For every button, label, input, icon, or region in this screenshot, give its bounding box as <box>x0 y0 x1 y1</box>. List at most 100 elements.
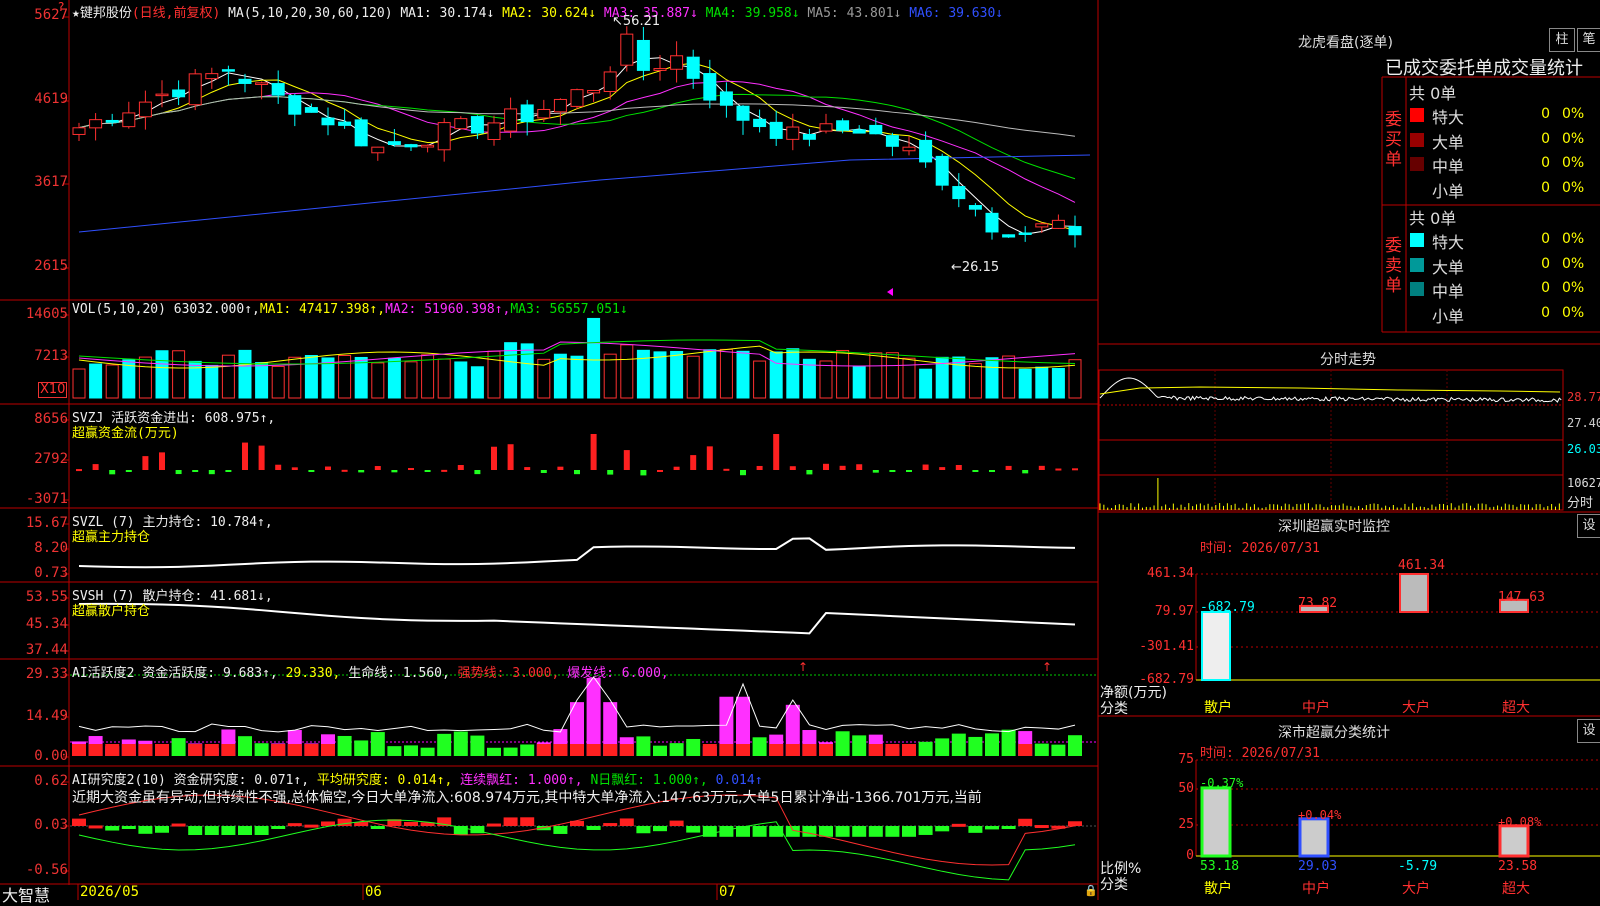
ai-active-base-bar <box>553 744 568 756</box>
svzj-bar <box>1038 465 1045 470</box>
candle-body <box>155 93 169 97</box>
svzj-bar <box>906 470 912 472</box>
cls-bar-value: 53.18 <box>1200 859 1240 874</box>
candle-body <box>122 112 136 128</box>
ai-research-bar <box>636 826 651 834</box>
candle-body <box>437 122 451 151</box>
ai-research-bar <box>1068 821 1082 826</box>
candle-body <box>786 126 800 140</box>
candle-body <box>304 107 318 113</box>
ai-active-bar <box>387 746 402 756</box>
vol-bar <box>670 350 684 399</box>
lhb-title: 龙虎看盘(逐单) <box>1298 35 1393 51</box>
candle-body <box>1002 234 1016 238</box>
svzl-subtitle: 超赢主力持仓 <box>72 530 151 545</box>
sz-xlabel: 分类 <box>1100 701 1128 717</box>
svsh-axis-label: 53.55 <box>25 589 68 605</box>
candle-body <box>852 129 866 134</box>
svzj-bar <box>391 470 398 473</box>
candle-body <box>603 71 617 92</box>
sell-color-swatch <box>1410 282 1424 296</box>
ai-research-bar <box>171 823 186 827</box>
ai-research-bar <box>603 823 618 827</box>
sz-settings-button[interactable]: 设 <box>1577 514 1600 538</box>
stock-name[interactable]: 键邦股份 <box>80 6 132 21</box>
vol-bar <box>968 363 982 399</box>
ai-research-bar <box>619 818 634 826</box>
svzj-bar <box>657 469 663 472</box>
vol-bar <box>653 351 667 399</box>
ai-active-base-bar <box>702 744 717 756</box>
tick-mode-button[interactable]: 笔 <box>1577 28 1600 52</box>
vol-bar <box>902 357 916 399</box>
ai-research-bar <box>669 820 684 826</box>
svzj-bar <box>358 470 365 473</box>
ai-active-axis-label: 14.49 <box>25 708 68 724</box>
candle-body <box>105 119 119 123</box>
svzj-bar <box>756 465 763 470</box>
ma4-value: 39.958↓ <box>744 6 800 21</box>
svzj-bar <box>1005 465 1012 470</box>
svzj-bar <box>640 470 647 476</box>
vol-bar <box>487 350 501 399</box>
cls-settings-button[interactable]: 设 <box>1577 719 1600 743</box>
ai-active-base-bar <box>536 744 551 756</box>
svzj-bar <box>225 470 232 472</box>
ai-active-bar <box>1034 743 1049 756</box>
sell-color-swatch <box>1410 233 1424 247</box>
vol-bar <box>1002 355 1016 399</box>
lock-icon[interactable]: 🔒 <box>1084 884 1098 897</box>
vol-axis-label: 7213 <box>34 348 68 364</box>
ai-research-bar <box>553 826 568 834</box>
ai-research-bar <box>951 823 966 827</box>
sz-axis-label: 461.34 <box>1147 566 1194 581</box>
candle-body <box>1018 232 1032 235</box>
candle-body <box>686 56 700 79</box>
ai-active-h5: 爆发线: 6.000, <box>567 666 669 681</box>
svzj-bar <box>457 465 464 470</box>
candle-body <box>836 120 850 131</box>
ai-active-header: AI活跃度2 资金活跃度: 9.683↑, 29.330, 生命线: 1.560… <box>72 662 669 681</box>
candle-body <box>487 122 501 140</box>
candle-body <box>504 108 518 132</box>
ai-research-h3: 连续飘红: 1.000↑, <box>460 773 583 788</box>
ai-active-base-bar <box>785 744 800 756</box>
price-panel-header: ★键邦股份(日线,前复权) MA(5,10,20,30,60,120) MA1:… <box>72 2 1003 21</box>
svzj-bar <box>706 446 713 470</box>
ai-research-bar <box>1034 825 1049 829</box>
ai-research-bar <box>686 826 701 833</box>
cls-bar-value: 29.03 <box>1298 859 1338 874</box>
svzj-bar <box>1072 468 1078 471</box>
ai-active-base-bar <box>88 744 103 756</box>
ai-active-base-bar <box>902 744 916 756</box>
svzj-bar <box>806 470 813 475</box>
ai-research-bar <box>769 826 784 837</box>
intraday-axis-label: 28.77 <box>1567 390 1600 404</box>
buy-color-swatch <box>1410 108 1424 122</box>
candle-body <box>288 95 302 115</box>
ai-research-bar <box>72 818 86 826</box>
brand-label[interactable]: 大智慧 <box>2 882 50 906</box>
chart-mode[interactable]: (日线,前复权) <box>132 6 220 21</box>
candle-body <box>470 116 484 134</box>
svzj-bar <box>159 452 165 470</box>
ai-active-bar <box>968 736 983 756</box>
ai-active-base-bar <box>271 744 286 756</box>
candle-body <box>968 205 982 210</box>
ai-research-bar <box>868 826 883 837</box>
vol-bar <box>238 349 252 399</box>
buy-color-swatch <box>1410 132 1424 147</box>
svzj-bar <box>740 470 746 476</box>
vol-bar <box>520 343 534 399</box>
ai-research-bar <box>88 825 103 829</box>
star-icon[interactable]: ★ <box>72 6 80 21</box>
ai-research-header: AI研究度2(10) 资金研究度: 0.071↑, 平均研究度: 0.014↑,… <box>72 769 763 788</box>
ai-active-base-bar <box>304 744 319 756</box>
ai-active-h3: 生命线: 1.560, <box>348 666 450 681</box>
intraday-axis-label: 10627 <box>1567 476 1600 490</box>
ai-active-base-bar <box>1018 744 1033 756</box>
help-icon[interactable]: ? <box>58 0 64 14</box>
vol-bar <box>172 350 186 399</box>
candle-body <box>869 124 883 135</box>
bar-mode-button[interactable]: 柱 <box>1549 28 1575 52</box>
